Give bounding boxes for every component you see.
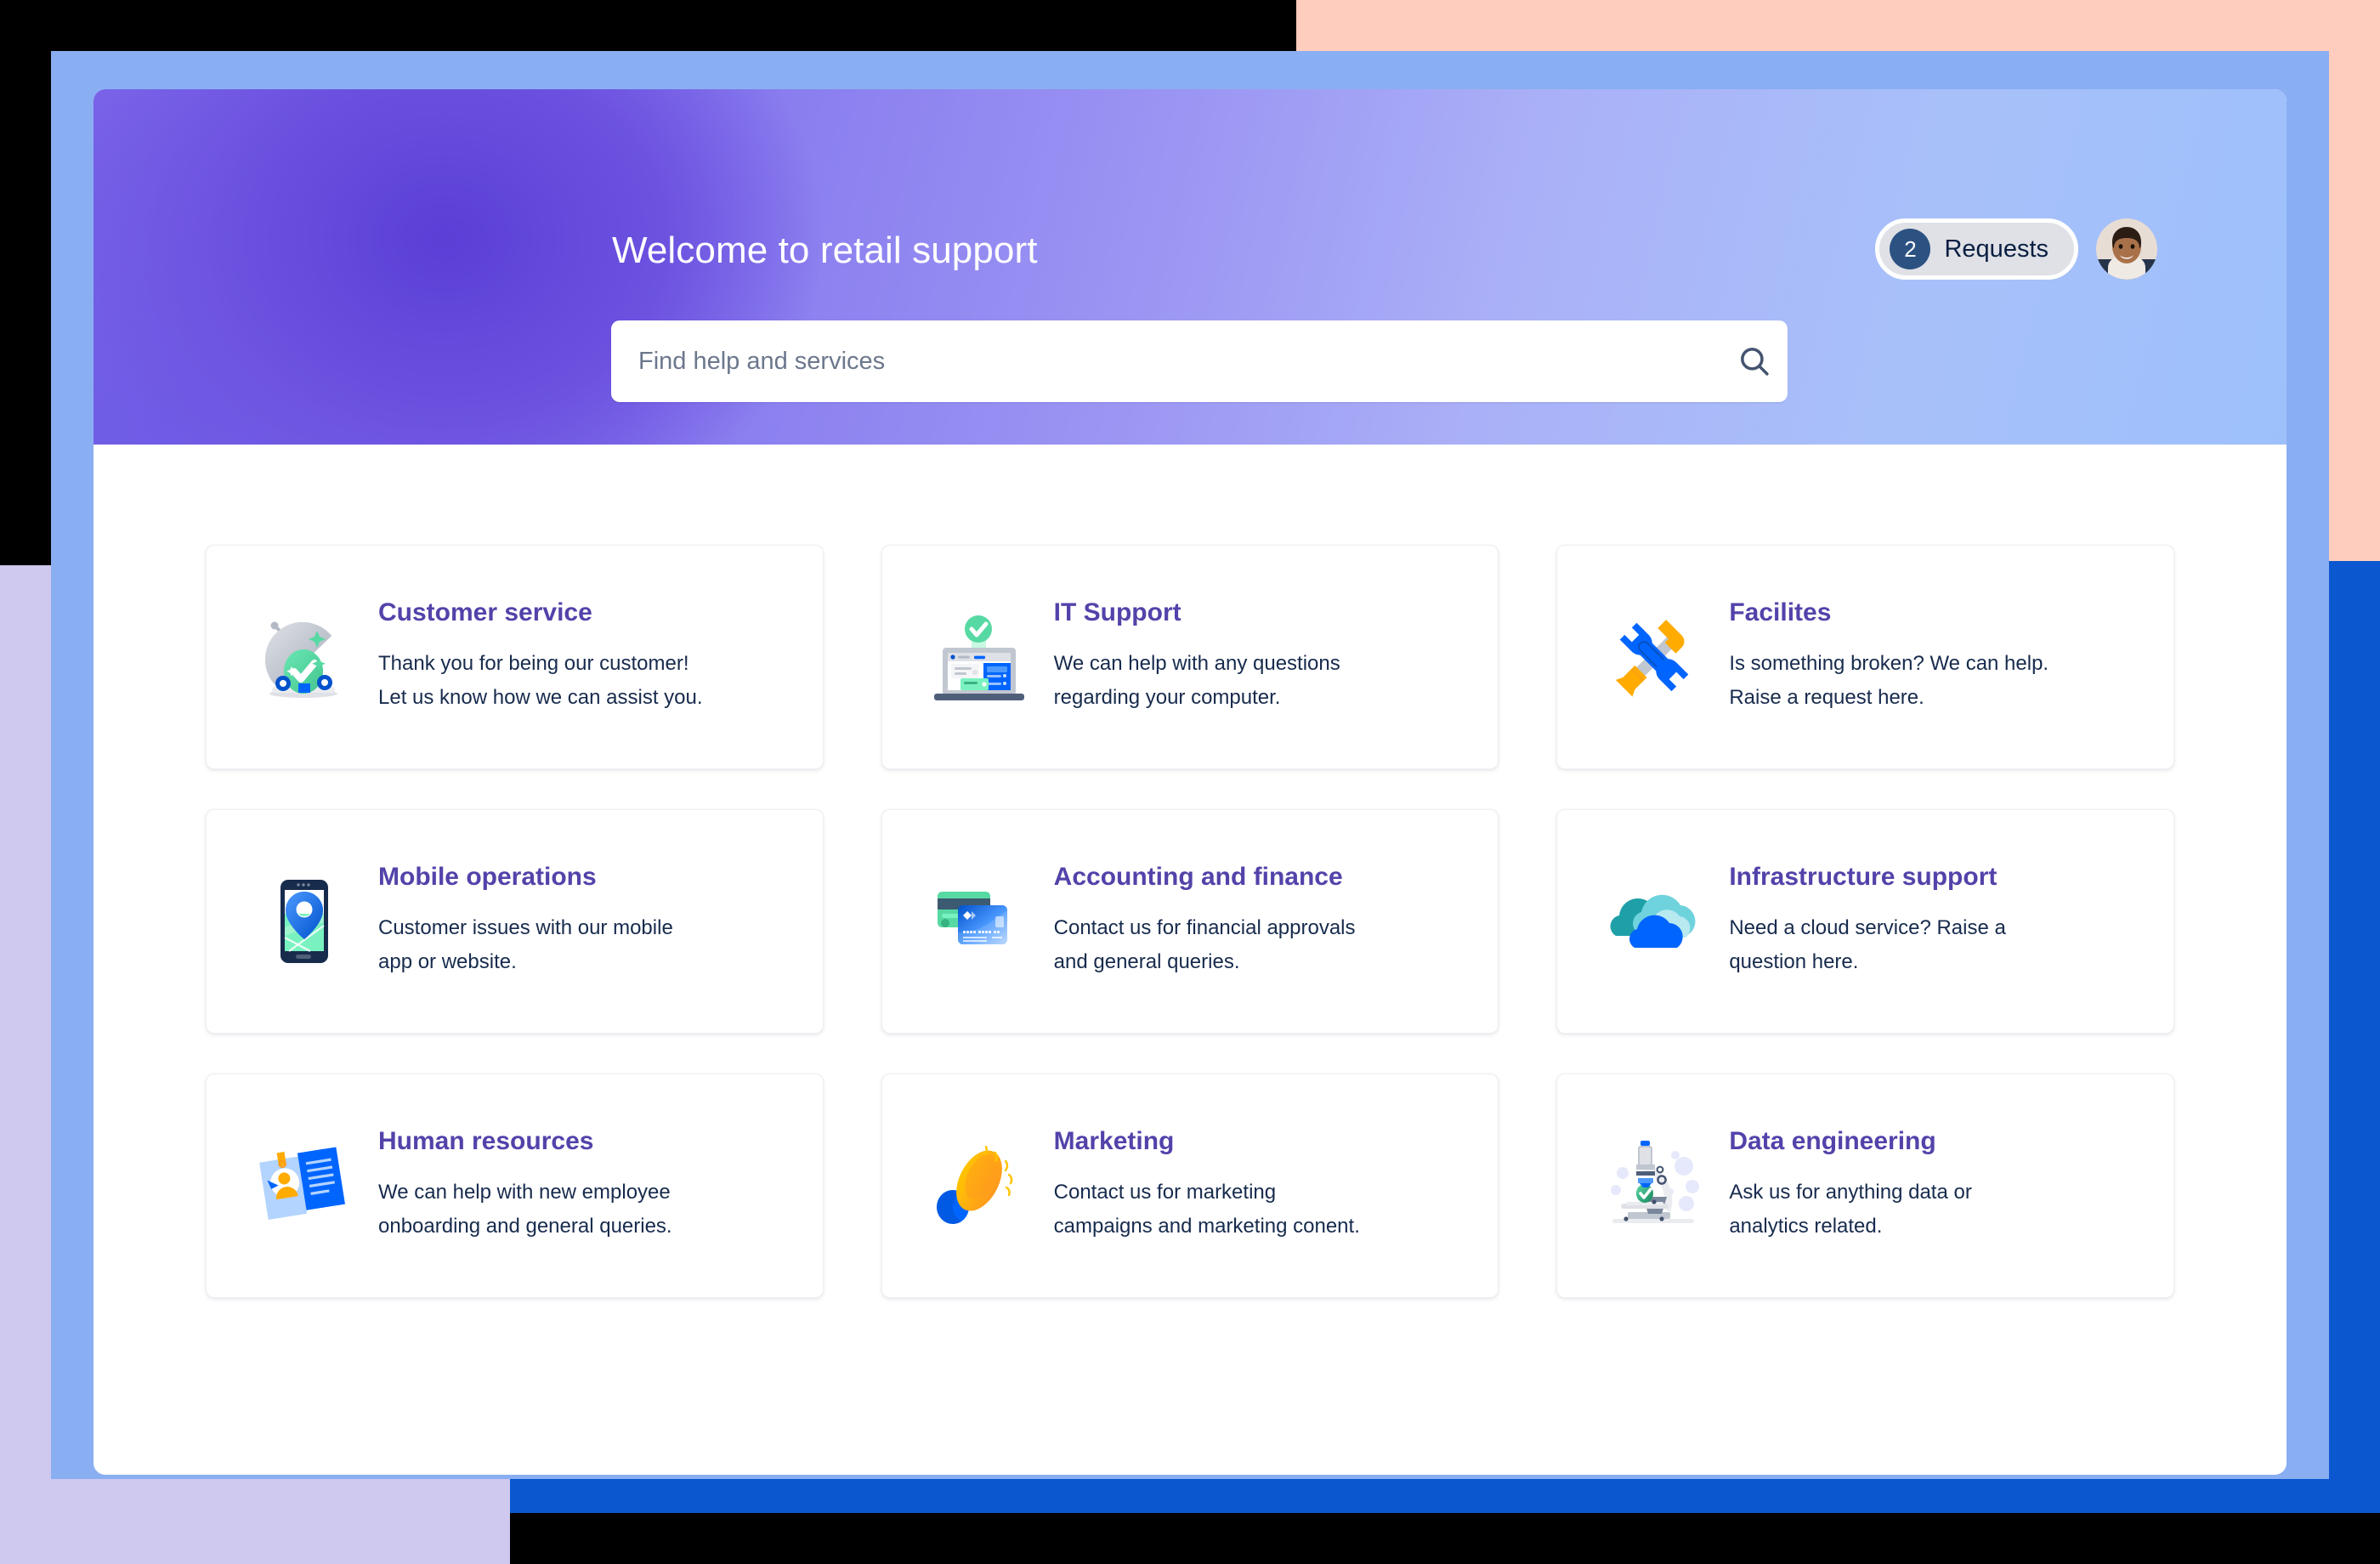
card-title: IT Support [1053, 598, 1182, 627]
card-desc: We can help with any questions regarding… [1054, 647, 1465, 716]
laptop-check-icon [923, 601, 1035, 713]
app-window: Welcome to retail support 2 Requests [94, 89, 2286, 1475]
service-cloche-checkmark-icon [247, 601, 360, 713]
card-title: Mobile operations [378, 863, 597, 892]
requests-count-badge: 2 [1890, 229, 1931, 269]
card-title: Customer service [378, 598, 592, 627]
card-desc: Is something broken? We can help. Raise … [1729, 647, 2139, 716]
requests-label: Requests [1944, 235, 2048, 263]
service-card-it-support[interactable]: IT Support We can help with any question… [881, 545, 1499, 769]
card-text: IT Support We can help with any question… [1054, 598, 1465, 715]
service-card-marketing[interactable]: Marketing Contact us for marketing campa… [881, 1074, 1499, 1298]
card-desc-line: We can help with new employee [378, 1180, 671, 1204]
card-desc-line: We can help with any questions [1053, 651, 1340, 675]
card-text: Data engineering Ask us for anything dat… [1729, 1127, 2139, 1244]
service-card-human-resources[interactable]: Human resources We can help with new emp… [206, 1074, 824, 1298]
card-text: Infrastructure support Need a cloud serv… [1729, 863, 2139, 979]
requests-button[interactable]: 2 Requests [1875, 218, 2078, 280]
card-desc: We can help with new employee onboarding… [378, 1176, 789, 1244]
card-title: Infrastructure support [1729, 863, 1998, 892]
search-icon[interactable] [1721, 320, 1788, 402]
card-desc-line: Thank you for being our customer! [378, 651, 689, 675]
card-desc-line: and general queries. [1053, 950, 1240, 974]
card-text: Accounting and finance Contact us for fi… [1054, 863, 1465, 979]
hero-header: Welcome to retail support 2 Requests [94, 89, 2286, 445]
card-title: Accounting and finance [1053, 863, 1343, 892]
card-desc: Need a cloud service? Raise a question h… [1729, 911, 2139, 980]
card-desc-line: Customer issues with our mobile [378, 915, 673, 939]
card-desc: Thank you for being our customer! Let us… [378, 647, 789, 716]
card-desc-line: Raise a request here. [1729, 686, 1924, 710]
card-desc-line: analytics related. [1729, 1215, 1883, 1238]
card-text: Marketing Contact us for marketing campa… [1054, 1127, 1465, 1244]
card-desc: Customer issues with our mobile app or w… [378, 911, 789, 980]
service-card-data-engineering[interactable]: Data engineering Ask us for anything dat… [1556, 1074, 2174, 1298]
card-text: Facilites Is something broken? We can he… [1729, 598, 2139, 715]
card-desc: Contact us for financial approvals and g… [1054, 911, 1465, 980]
card-desc-line: Need a cloud service? Raise a [1729, 915, 2006, 939]
card-desc-line: question here. [1729, 950, 1859, 974]
service-card-facilities[interactable]: Facilites Is something broken? We can he… [1556, 545, 2174, 769]
card-desc-line: onboarding and general queries. [378, 1215, 672, 1238]
clouds-icon [1598, 865, 1710, 978]
card-title: Data engineering [1729, 1127, 1936, 1156]
microscope-icon [1598, 1130, 1710, 1242]
avatar[interactable] [2096, 218, 2157, 280]
card-title: Human resources [378, 1127, 594, 1156]
services-section: Customer service Thank you for being our… [94, 445, 2286, 1475]
card-desc-line: regarding your computer. [1053, 686, 1281, 710]
id-badge-person-icon [247, 1130, 360, 1242]
service-card-customer-service[interactable]: Customer service Thank you for being our… [206, 545, 824, 769]
card-desc-line: Contact us for financial approvals [1053, 915, 1356, 939]
search-bar[interactable] [611, 320, 1788, 402]
search-input[interactable] [611, 320, 1721, 402]
card-desc-line: Contact us for marketing [1053, 1180, 1277, 1204]
phone-map-pin-icon [247, 865, 360, 978]
card-title: Marketing [1053, 1127, 1175, 1156]
card-desc-line: campaigns and marketing conent. [1053, 1215, 1360, 1238]
card-desc: Ask us for anything data or analytics re… [1729, 1176, 2139, 1244]
card-desc-line: Let us know how we can assist you. [378, 686, 703, 710]
page-title: Welcome to retail support [612, 230, 1038, 271]
card-desc-line: app or website. [378, 950, 517, 974]
card-text: Human resources We can help with new emp… [378, 1127, 789, 1244]
services-grid: Customer service Thank you for being our… [206, 545, 2174, 1298]
card-text: Mobile operations Customer issues with o… [378, 863, 789, 979]
card-desc: Contact us for marketing campaigns and m… [1054, 1176, 1465, 1244]
megaphone-icon [923, 1130, 1035, 1242]
service-card-mobile-operations[interactable]: Mobile operations Customer issues with o… [206, 809, 824, 1034]
service-card-accounting-finance[interactable]: Accounting and finance Contact us for fi… [881, 809, 1499, 1034]
card-desc-line: Is something broken? We can help. [1729, 651, 2049, 675]
wrench-hammer-icon [1598, 601, 1710, 713]
card-title: Facilites [1729, 598, 1832, 627]
card-text: Customer service Thank you for being our… [378, 598, 789, 715]
card-desc-line: Ask us for anything data or [1729, 1180, 1972, 1204]
service-card-infrastructure-support[interactable]: Infrastructure support Need a cloud serv… [1556, 809, 2174, 1034]
screen: Welcome to retail support 2 Requests [0, 0, 2380, 1564]
credit-cards-icon [923, 865, 1035, 978]
